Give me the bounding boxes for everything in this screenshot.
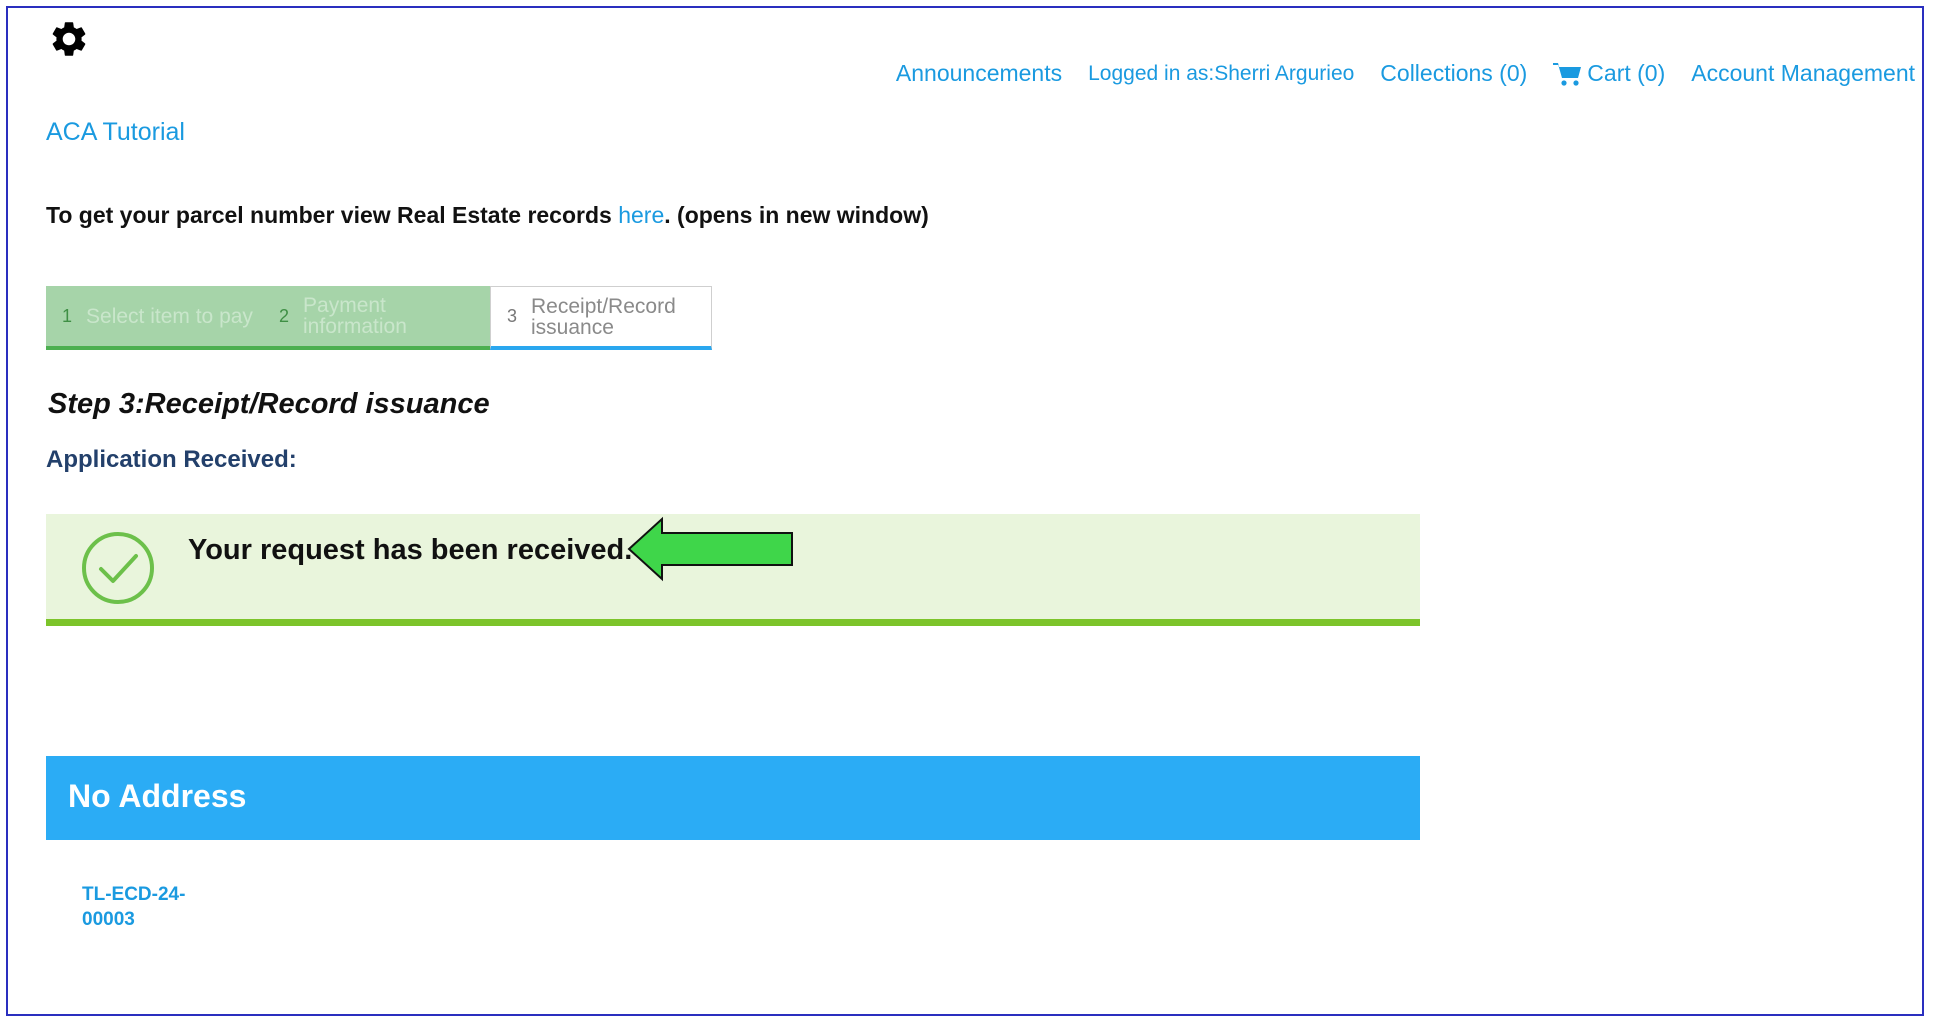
real-estate-records-link[interactable]: here bbox=[618, 202, 664, 228]
announcements-link[interactable]: Announcements bbox=[896, 60, 1062, 87]
parcel-notice: To get your parcel number view Real Esta… bbox=[46, 202, 929, 229]
success-message: Your request has been received. bbox=[188, 534, 633, 566]
gear-icon[interactable] bbox=[48, 18, 90, 60]
step-number: 2 bbox=[279, 305, 290, 326]
address-header-title: No Address bbox=[68, 778, 247, 814]
step-number: 1 bbox=[62, 305, 73, 326]
step-select-item: 1 Select item to pay bbox=[46, 286, 263, 350]
step-label: Payment information bbox=[303, 294, 407, 338]
collections-link[interactable]: Collections (0) bbox=[1380, 60, 1527, 87]
cart-label: Cart (0) bbox=[1587, 60, 1666, 86]
site-title-link[interactable]: ACA Tutorial bbox=[46, 118, 185, 147]
step-number: 3 bbox=[507, 306, 518, 326]
record-number-link[interactable]: TL-ECD-24-00003 bbox=[82, 882, 212, 932]
cart-link[interactable]: Cart (0) bbox=[1553, 60, 1665, 87]
left-arrow-icon bbox=[627, 516, 793, 582]
logged-in-label: Logged in as:Sherri Argurieo bbox=[1088, 61, 1355, 85]
address-header: No Address bbox=[46, 756, 1420, 840]
check-circle-icon bbox=[82, 532, 154, 604]
step-label: Select item to pay bbox=[86, 304, 253, 328]
top-navigation: Announcements Logged in as:Sherri Arguri… bbox=[870, 60, 1915, 87]
parcel-notice-suffix: . (opens in new window) bbox=[664, 202, 929, 228]
step-payment-information: 2 Payment information bbox=[263, 286, 490, 350]
page-title: Step 3:Receipt/Record issuance bbox=[48, 388, 490, 420]
page-frame bbox=[6, 6, 1924, 1016]
cart-icon bbox=[1553, 62, 1582, 86]
progress-steps: 1 Select item to pay 2 Payment informati… bbox=[46, 286, 712, 350]
account-management-link[interactable]: Account Management bbox=[1691, 60, 1915, 87]
step-label: Receipt/Record issuance bbox=[531, 294, 676, 339]
section-heading: Application Received: bbox=[46, 446, 297, 473]
step-receipt-issuance: 3 Receipt/Record issuance bbox=[490, 286, 712, 350]
parcel-notice-text: To get your parcel number view Real Esta… bbox=[46, 202, 619, 228]
